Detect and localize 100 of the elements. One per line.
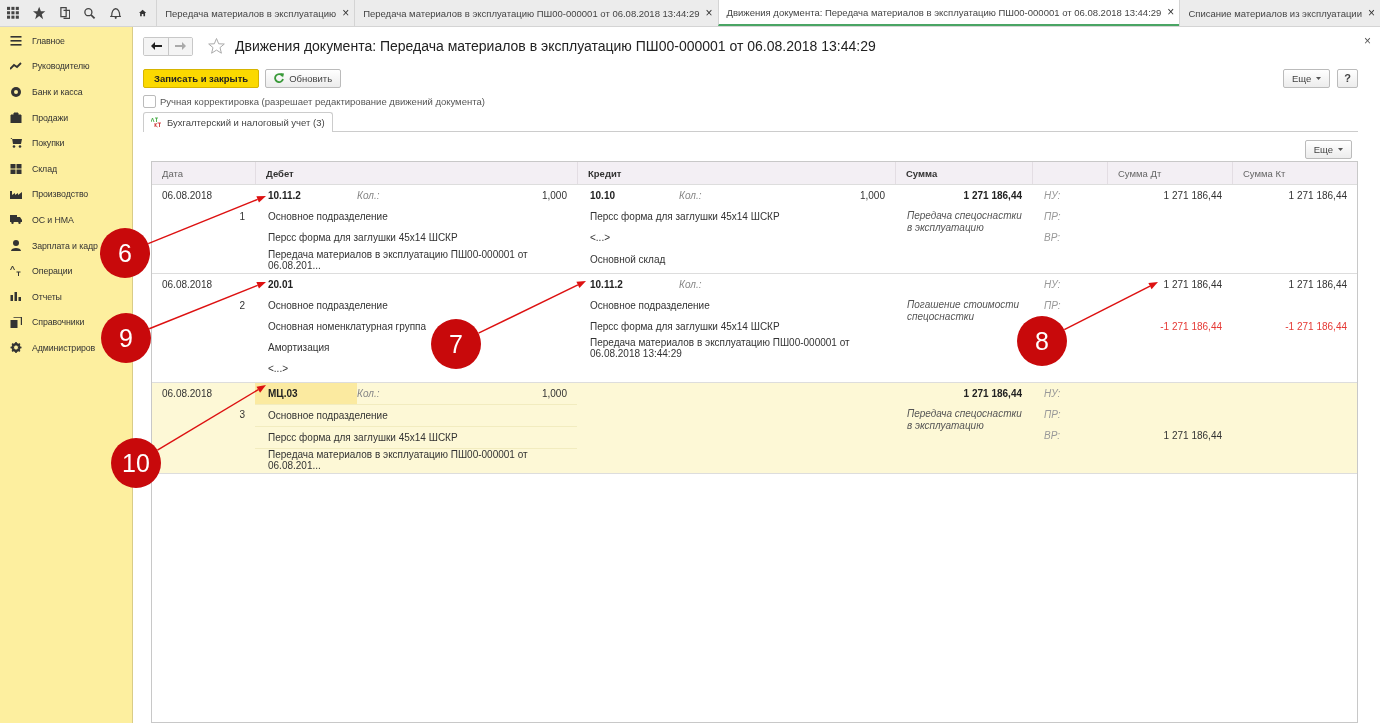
checkbox[interactable] [143,94,156,108]
table-row[interactable] [152,382,1357,475]
column-header[interactable]: Сумма Кт [1232,162,1357,184]
settings-icon [10,342,22,354]
form-title: Движения документа: Передача материалов в эксплуатацию ПШ00-000001 от 06.08.2018 13:44:29 [235,38,876,54]
sidebar-item[interactable]: Производство [0,181,89,208]
subconto-value: Персс форма для заглушки 45x14 ШСКР [590,211,780,223]
document-tab[interactable]: Передача материалов в эксплуатацию × [156,0,355,26]
document-tab[interactable]: Списание материалов из эксплуатации × [1179,0,1380,26]
document-tab[interactable]: Передача материалов в эксплуатацию ПШ00-000001 от 06.08.2018 13:44:29 × [354,0,718,26]
more-button[interactable]: Еще [1304,140,1352,159]
sidebar-item[interactable]: Руководителю [0,53,90,80]
close-icon[interactable]: × [342,6,350,20]
sidebar-item[interactable]: Банк и касса [0,79,83,105]
tax-label: ВР: [1044,232,1060,244]
callout-badge: 9 [101,313,151,363]
subconto-value: Основное подразделение [590,299,710,311]
forward-arrow-icon [175,42,186,50]
close-icon[interactable]: × [1368,6,1375,20]
help-button[interactable]: ? [1337,68,1358,88]
column-header[interactable]: Сумма Дт [1107,162,1232,184]
sidebar-item[interactable]: Покупки [0,130,65,156]
back-arrow-icon [150,42,162,50]
row-number: 3 [239,408,245,420]
close-icon[interactable]: × [705,6,713,20]
entry-comment: Погашение стоимости спецоснастки [907,298,1020,322]
chart-icon [10,292,22,302]
refresh-icon [274,73,285,83]
subconto-value: Основное подразделение [268,299,388,311]
subconto-value: Персс форма для заглушки 45x14 ШСКР [590,321,780,333]
save-and-close-button[interactable]: Записать и закрыть [143,68,260,88]
subconto-value: Основное подразделение [268,409,388,421]
sidebar-item[interactable]: Справочники [0,309,85,336]
more-button[interactable]: Еще [1282,68,1331,88]
search-icon[interactable] [84,6,96,20]
sidebar-item[interactable]: Главное [0,28,65,54]
checkbox-label: Ручная корректировка (разрешает редактирование движений документа) [160,95,485,107]
document-tab[interactable]: Движения документа: Передача материалов в эксплуатацию ПШ00-000001 от 06.08.2018 13:44:29 × [717,0,1180,26]
subconto-value: Персс форма для заглушки 45x14 ШСКР [268,431,458,443]
subconto-value: Передача материалов в эксплуатацию ПШ00-000001 от 06.08.201... [268,449,529,472]
truck-icon [10,215,22,225]
apps-icon[interactable] [7,6,20,20]
back-button[interactable] [144,37,168,55]
quantity-value: 1,000 [541,190,567,202]
sidebar-item[interactable]: Администриров [0,335,96,361]
subconto-value: Амортизация [268,342,330,354]
amount: 1 271 186,44 [963,387,1022,399]
quantity-value: 1,000 [541,387,567,399]
account-code: 20.01 [267,277,295,292]
star-icon[interactable] [33,6,46,20]
table-cell: 06.08.2018 [162,278,213,290]
caret-icon [1316,76,1322,80]
person-icon [10,240,22,252]
sidebar-item[interactable]: ОС и НМА [0,207,74,233]
column-header[interactable]: Кредит [577,162,895,184]
section-tab[interactable]: Бухгалтерский и налоговый учет (3) [143,112,333,132]
table-cell: 06.08.2018 [162,387,213,399]
sidebar-item[interactable]: Продажи [0,104,69,131]
account-code: 10.10 [589,189,617,204]
refresh-button[interactable]: Обновить [265,68,342,88]
column-header[interactable]: Сумма [895,162,1032,184]
sidebar-item[interactable]: Зарплата и кадр [0,232,98,259]
column-header[interactable]: Дата [152,162,255,184]
subconto-value: Передача материалов в эксплуатацию ПШ00-000001 от 06.08.2018 13:44:29 [590,337,851,360]
sidebar-item[interactable]: Склад [0,155,57,182]
tax-label: ПР: [1044,299,1061,311]
account-code: 10.11.2 [589,277,624,292]
subconto-value: Персс форма для заглушки 45x14 ШСКР [268,232,458,244]
callout-badge: 8 [1017,316,1067,366]
close-icon[interactable]: × [1364,34,1371,48]
subconto-value: Основной склад [590,253,666,265]
amount: 1 271 186,44 [1288,190,1347,202]
amount: -1 271 186,44 [1160,321,1222,333]
amount: 1 271 186,44 [1163,190,1222,202]
factory-icon [10,189,22,200]
row-number: 2 [239,299,245,311]
tax-label: ПР: [1044,211,1061,223]
tax-label: НУ: [1044,387,1061,399]
menu-icon [10,35,22,46]
subconto-value: <...> [590,232,610,244]
close-icon[interactable]: × [1167,5,1175,19]
caret-icon [1338,148,1343,151]
trend-icon [10,62,22,71]
amount: 1 271 186,44 [1288,278,1347,290]
bell-icon[interactable] [109,6,121,20]
coin-icon [10,87,22,97]
sidebar-item[interactable]: Отчеты [0,283,62,310]
callout-badge: 6 [100,228,150,278]
entry-comment: Передача спецоснастки в эксплуатацию [907,210,1022,234]
sidebar-item[interactable]: Операции [0,258,73,284]
tax-label: ПР: [1044,408,1061,420]
quantity-label: Кол.: [357,387,380,399]
bag-icon [10,112,22,124]
subconto-value: Основное подразделение [268,211,388,223]
warehouse-icon [10,163,22,174]
column-header[interactable]: Дебет [255,162,577,184]
amount: 1 271 186,44 [1163,278,1222,290]
quantity-label: Кол.: [357,190,380,202]
home-icon[interactable] [139,7,147,19]
favorite-star-icon[interactable] [208,38,225,54]
